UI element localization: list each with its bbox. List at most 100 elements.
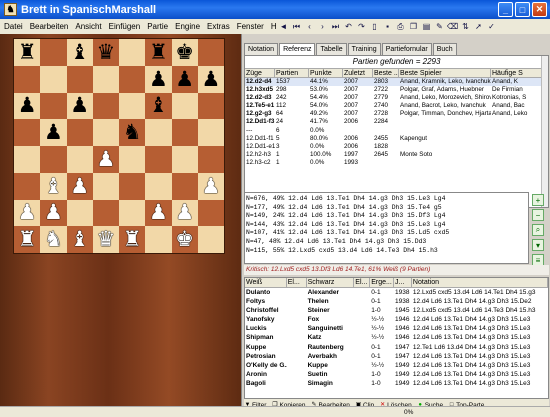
square-h6[interactable] bbox=[197, 92, 224, 120]
square-f3[interactable] bbox=[145, 172, 172, 200]
square-h7[interactable]: ♟ bbox=[197, 65, 224, 93]
white-queen-icon[interactable]: ♛ bbox=[96, 229, 115, 250]
square-f5[interactable] bbox=[145, 119, 172, 146]
square-h4[interactable] bbox=[197, 146, 224, 173]
black-bishop-icon[interactable]: ♝ bbox=[70, 41, 89, 63]
tree-col-header[interactable]: Beste Spieler bbox=[399, 69, 491, 77]
first-icon[interactable]: ⏮ bbox=[291, 21, 302, 32]
back-icon[interactable]: ◄ bbox=[278, 21, 289, 32]
white-pawn-icon[interactable]: ♟ bbox=[18, 202, 37, 223]
filter-icon[interactable]: ▾ bbox=[532, 239, 544, 251]
game-row[interactable]: Petrosian Averbakh 0-1 1947 12.d4 Ld6 13.Te1… bbox=[245, 352, 548, 361]
square-g3[interactable] bbox=[171, 172, 198, 200]
square-a8[interactable]: ♜ bbox=[14, 39, 41, 66]
game-row[interactable]: Luckis Sanguinetti ½-½ 1946 12.d4 Ld6 13.Te1… bbox=[245, 324, 548, 333]
menu-item-engine[interactable]: Engine bbox=[175, 22, 200, 31]
arrow-icon[interactable]: ➚ bbox=[473, 21, 484, 32]
square-b4[interactable] bbox=[40, 146, 67, 173]
square-d6[interactable] bbox=[92, 92, 119, 120]
white-rook-icon[interactable]: ♜ bbox=[123, 229, 142, 250]
square-h1[interactable] bbox=[197, 226, 224, 253]
square-e4[interactable] bbox=[119, 146, 146, 173]
black-king-icon[interactable]: ♚ bbox=[175, 41, 194, 63]
tree-col-header[interactable]: Partien bbox=[275, 69, 309, 77]
square-g4[interactable] bbox=[171, 146, 198, 173]
chess-board[interactable]: ♜ ♝ ♛ ♜ ♚ ♟ ♟ ♟ ♟ ♟ ♝ ♟ ♞ ♟ ♝ ♟ ♟ ♟ ♟ ♟ ♟ ♜ ♞ ♝ ♛ ♜ ♚ bbox=[13, 38, 225, 254]
zoom-in-icon[interactable]: + bbox=[532, 194, 544, 206]
menu-item-fenster[interactable]: Fenster bbox=[237, 22, 264, 31]
square-f7[interactable]: ♟ bbox=[145, 65, 172, 93]
new-icon[interactable]: ▯ bbox=[369, 21, 380, 32]
square-d1[interactable]: ♛ bbox=[92, 226, 119, 253]
tab-training[interactable]: Training bbox=[347, 43, 381, 55]
tree-row[interactable]: 12.h3xd5 298 53.0% 2007 2722 Polgar, Graf, Ad… bbox=[245, 86, 548, 94]
square-e3[interactable] bbox=[119, 172, 146, 200]
tree-col-header[interactable]: Zuletzt bbox=[343, 69, 373, 77]
save-icon[interactable]: ▪ bbox=[382, 21, 393, 32]
tree-row[interactable]: 12.d2-d3 242 54.4% 2007 2779 Anand, Leko, Mor… bbox=[245, 94, 548, 102]
square-c5[interactable] bbox=[66, 119, 93, 146]
variation-line[interactable]: N=144, 43% 12.d4 Ld6 13.Te1 Dh4 14.g3 Dh… bbox=[245, 221, 528, 230]
tree-col-header[interactable]: Punkte bbox=[309, 69, 343, 77]
square-b2[interactable]: ♟ bbox=[40, 199, 67, 227]
white-pawn-icon[interactable]: ♟ bbox=[175, 202, 194, 223]
square-c7[interactable] bbox=[66, 65, 93, 93]
square-a6[interactable]: ♟ bbox=[14, 92, 41, 120]
square-c2[interactable] bbox=[66, 199, 93, 227]
print-icon[interactable]: ⎙ bbox=[395, 21, 406, 32]
square-h2[interactable] bbox=[197, 199, 224, 227]
square-e8[interactable] bbox=[119, 39, 146, 66]
black-pawn-icon[interactable]: ♟ bbox=[44, 122, 63, 143]
tree-row[interactable]: --- 6 0.0% bbox=[245, 127, 548, 135]
black-bishop-icon[interactable]: ♝ bbox=[149, 95, 168, 116]
tree-row[interactable]: 12.Te5-e1 112 54.0% 2007 2740 Anand, Bacrot, … bbox=[245, 102, 548, 110]
white-king-icon[interactable]: ♚ bbox=[175, 229, 194, 250]
game-row[interactable]: Kuppe Rautenberg 0-1 1947 12.Te1 Ld6 13.d4 D… bbox=[245, 343, 548, 352]
redo-icon[interactable]: ↷ bbox=[356, 21, 367, 32]
prev-icon[interactable]: ‹ bbox=[304, 21, 315, 32]
copy-icon[interactable]: ❐ bbox=[408, 21, 419, 32]
square-g5[interactable] bbox=[171, 119, 198, 146]
square-g2[interactable]: ♟ bbox=[171, 199, 198, 227]
menu-item-datei[interactable]: Datei bbox=[4, 22, 23, 31]
square-a2[interactable]: ♟ bbox=[14, 199, 41, 227]
game-row[interactable]: O'Kelly de G... Kuppe ½-½ 1949 12.d4 Ld6 13.… bbox=[245, 361, 548, 370]
square-d7[interactable] bbox=[92, 65, 119, 93]
square-g7[interactable]: ♟ bbox=[171, 65, 198, 93]
square-a1[interactable]: ♜ bbox=[14, 226, 41, 253]
tree-col-header[interactable]: Züge bbox=[245, 69, 275, 77]
square-e2[interactable] bbox=[119, 199, 146, 227]
white-pawn-icon[interactable]: ♟ bbox=[44, 202, 63, 223]
black-pawn-icon[interactable]: ♟ bbox=[18, 95, 37, 116]
white-pawn-icon[interactable]: ♟ bbox=[201, 175, 220, 197]
game-col-header[interactable]: El... bbox=[354, 278, 371, 287]
square-f6[interactable]: ♝ bbox=[145, 92, 172, 120]
white-pawn-icon[interactable]: ♟ bbox=[149, 202, 168, 223]
white-knight-icon[interactable]: ♞ bbox=[44, 229, 63, 250]
edit-icon[interactable]: ✎ bbox=[434, 21, 445, 32]
square-b1[interactable]: ♞ bbox=[40, 226, 67, 253]
marker-icon[interactable]: ✓ bbox=[486, 21, 497, 32]
game-col-header[interactable]: Schwarz bbox=[307, 278, 355, 287]
black-queen-icon[interactable]: ♛ bbox=[96, 41, 115, 63]
variation-line[interactable]: N=177, 49% 12.d4 Ld6 13.Te1 Dh4 14.g3 Dh… bbox=[245, 204, 528, 213]
square-g1[interactable]: ♚ bbox=[171, 226, 198, 253]
variation-line[interactable]: N=107, 41% 12.d4 Ld6 13.Te1 Dh4 14.g3 Dh… bbox=[245, 229, 528, 238]
square-b3[interactable]: ♝ bbox=[40, 172, 67, 200]
square-b7[interactable] bbox=[40, 65, 67, 93]
white-bishop-icon[interactable]: ♝ bbox=[44, 175, 63, 197]
square-d5[interactable] bbox=[92, 119, 119, 146]
menu-item-einfügen[interactable]: Einfügen bbox=[109, 22, 141, 31]
square-c3[interactable]: ♟ bbox=[66, 172, 93, 200]
tree-row[interactable]: 12.Dd1-f3 24 41.7% 2006 2284 bbox=[245, 118, 548, 126]
square-g8[interactable]: ♚ bbox=[171, 39, 198, 66]
tree-row[interactable]: 12.d2-d4 1537 44.1% 2007 2803 Anand, Kramnik,… bbox=[245, 78, 548, 87]
square-e7[interactable] bbox=[119, 65, 146, 93]
maximize-button[interactable]: □ bbox=[515, 2, 530, 17]
game-row[interactable]: Shipman Katz ½-½ 1946 12.d4 Ld6 13.Te1 Dh4 1… bbox=[245, 333, 548, 342]
last-icon[interactable]: ⏭ bbox=[330, 21, 341, 32]
flip-icon[interactable]: ⇅ bbox=[460, 21, 471, 32]
menu-item-bearbeiten[interactable]: Bearbeiten bbox=[30, 22, 69, 31]
menu-item-partie[interactable]: Partie bbox=[147, 22, 168, 31]
black-pawn-icon[interactable]: ♟ bbox=[201, 68, 220, 90]
